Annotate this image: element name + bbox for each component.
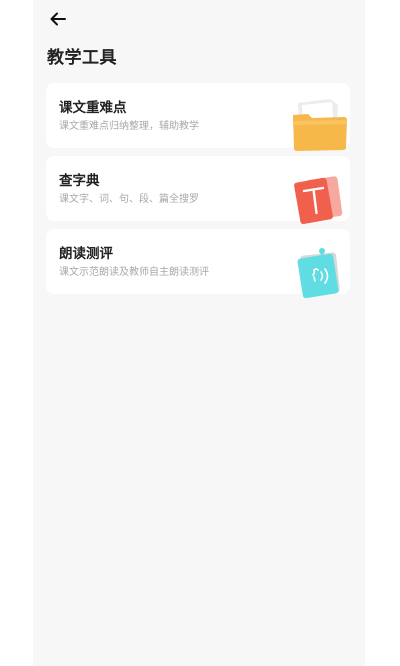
tool-card-subtitle: 课文字、词、句、段、篇全搜罗 [59,194,199,205]
tool-card-reading-assessment[interactable]: 朗读测评 课文示范朗读及教师自主朗读测评 [46,229,350,299]
back-button[interactable] [47,8,69,30]
tool-card-dictionary[interactable]: 查字典 课文字、词、句、段、篇全搜罗 [46,156,350,224]
folder-icon [293,99,347,151]
page-title: 教学工具 [47,48,117,68]
tool-card-subtitle: 课文示范朗读及教师自主朗读测评 [59,267,209,278]
dictionary-book-icon [294,176,343,224]
app-screen: 教学工具 课文重难点 课文重难点归纳整理，辅助教学 查字典 课文字、词、句、段、… [33,0,365,666]
tool-card-subtitle: 课文重难点归纳整理，辅助教学 [59,121,199,132]
tool-card-title: 朗读测评 [59,246,113,262]
tool-card-key-points[interactable]: 课文重难点 课文重难点归纳整理，辅助教学 [46,83,350,151]
arrow-left-icon [50,12,66,26]
tool-card-title: 课文重难点 [59,100,127,116]
speech-assessment-icon [297,248,340,299]
tool-card-title: 查字典 [59,173,100,189]
